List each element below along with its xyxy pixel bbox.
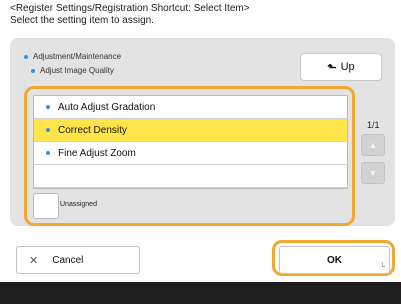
unassigned-label: Unassigned	[60, 201, 97, 208]
bullet-icon	[24, 54, 28, 59]
header-title: <Register Settings/Registration Shortcut…	[10, 3, 250, 14]
footer-bar	[0, 282, 401, 304]
list-item-label: Fine Adjust Zoom	[58, 147, 136, 159]
list-item-fine-adjust-zoom[interactable]: Fine Adjust Zoom	[34, 142, 347, 165]
scroll-up-button[interactable]: ▲	[361, 134, 385, 156]
bullet-icon	[46, 128, 50, 132]
breadcrumb-level-2: Adjust Image Quality	[31, 66, 114, 75]
breadcrumb-level-1-label: Adjustment/Maintenance	[33, 52, 122, 61]
bullet-icon	[31, 68, 35, 73]
item-list-focus-outline: Auto Adjust Gradation Correct Density Fi…	[24, 86, 355, 226]
ok-button[interactable]: OK └	[279, 246, 390, 274]
close-icon: ✕	[29, 254, 39, 267]
list-item-correct-density[interactable]: Correct Density	[34, 119, 347, 142]
list-item-label: Auto Adjust Gradation	[58, 101, 156, 113]
triangle-down-icon: ▼	[368, 168, 378, 178]
cancel-button[interactable]: ✕ Cancel	[16, 246, 140, 274]
page-indicator: 1/1	[367, 120, 380, 130]
unassigned-button[interactable]	[33, 193, 59, 219]
breadcrumb-level-2-label: Adjust Image Quality	[40, 66, 114, 75]
list-item-label: Correct Density	[58, 124, 127, 136]
list-item-auto-adjust-gradation[interactable]: Auto Adjust Gradation	[34, 96, 347, 119]
up-button-label: Up	[340, 61, 355, 73]
up-button[interactable]: ⬑ Up	[300, 53, 382, 81]
page-header: <Register Settings/Registration Shortcut…	[10, 3, 250, 27]
selection-panel: Adjustment/Maintenance Adjust Image Qual…	[10, 38, 395, 226]
up-arrow-icon: ⬑	[327, 61, 337, 74]
scroll-down-button[interactable]: ▼	[361, 162, 385, 184]
ok-button-label: OK	[327, 254, 342, 266]
bullet-icon	[46, 151, 50, 155]
breadcrumb-level-1: Adjustment/Maintenance	[24, 52, 121, 61]
header-instruction: Select the setting item to assign.	[10, 15, 154, 26]
cancel-button-label: Cancel	[52, 254, 84, 266]
list-item-empty	[34, 165, 347, 188]
setting-item-list: Auto Adjust Gradation Correct Density Fi…	[33, 95, 348, 189]
corner-mark-icon: └	[379, 262, 385, 271]
triangle-up-icon: ▲	[368, 140, 378, 150]
bullet-icon	[46, 105, 50, 109]
